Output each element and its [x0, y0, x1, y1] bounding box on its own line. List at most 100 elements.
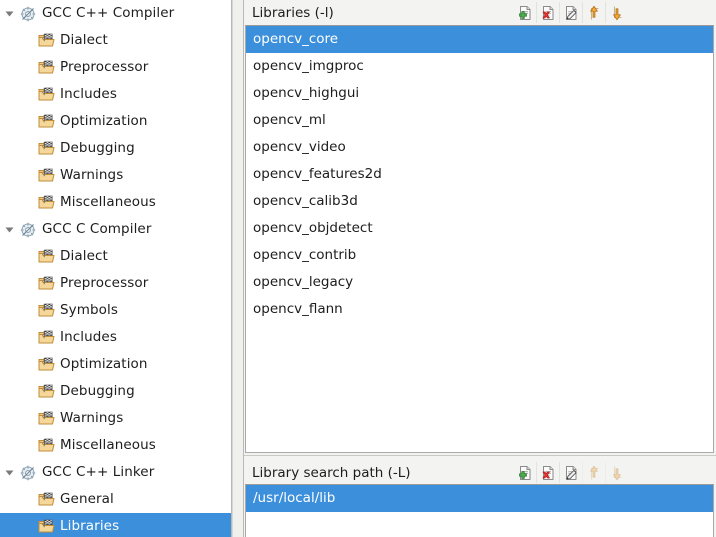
sidebar-item-warnings[interactable]: Warnings — [0, 405, 231, 432]
sidebar-item-symbols[interactable]: Symbols — [0, 297, 231, 324]
sidebar-item-label: General — [60, 491, 114, 507]
sidebar-item-gcc-c-compiler[interactable]: GCC C++ Compiler — [0, 0, 231, 27]
libraries-group-header: Libraries (-l) — [244, 0, 716, 26]
sidebar-item-optimization[interactable]: Optimization — [0, 108, 231, 135]
sidebar-item-label: GCC C Compiler — [42, 221, 152, 237]
move-down-icon — [605, 462, 628, 483]
sidebar-item-label: Symbols — [60, 302, 119, 318]
folder-icon — [36, 81, 56, 108]
libraries-settings-pane: Libraries (-l) opencv_core opencv_imgproc… — [244, 0, 716, 537]
sidebar-item-gcc-c-linker[interactable]: GCC C++ Linker — [0, 459, 231, 486]
sidebar-item-miscellaneous[interactable]: Miscellaneous — [0, 189, 231, 216]
libraries-toolbar[interactable] — [514, 2, 628, 23]
libraries-group-title: Libraries (-l) — [252, 5, 334, 21]
preferences-window: GCC C++ Compiler Dialect Preprocessor Inclu… — [0, 0, 716, 537]
gear-icon — [18, 0, 38, 27]
add-icon[interactable] — [514, 2, 536, 23]
sidebar-item-warnings[interactable]: Warnings — [0, 162, 231, 189]
edit-icon[interactable] — [559, 462, 582, 483]
edit-icon[interactable] — [559, 2, 582, 23]
library-list-item[interactable]: opencv_ml — [246, 107, 713, 134]
sidebar-item-label: Optimization — [60, 113, 148, 129]
sidebar-item-includes[interactable]: Includes — [0, 81, 231, 108]
sidebar-item-label: Debugging — [60, 383, 135, 399]
folder-icon — [36, 405, 56, 432]
library-list-item[interactable]: opencv_contrib — [246, 242, 713, 269]
folder-icon — [36, 243, 56, 270]
sidebar-item-label: Warnings — [60, 167, 124, 183]
folder-icon — [36, 270, 56, 297]
libraries-list[interactable]: opencv_core opencv_imgproc opencv_highgui o… — [245, 25, 714, 453]
sidebar-item-label: GCC C++ Linker — [42, 464, 155, 480]
settings-tree[interactable]: GCC C++ Compiler Dialect Preprocessor Inclu… — [0, 0, 232, 537]
sidebar-item-label: Miscellaneous — [60, 194, 156, 210]
sidebar-item-label: Preprocessor — [60, 275, 149, 291]
sidebar-item-label: Warnings — [60, 410, 124, 426]
folder-icon — [36, 513, 56, 537]
gear-icon — [18, 459, 38, 486]
folder-icon — [36, 378, 56, 405]
sidebar-item-general[interactable]: General — [0, 486, 231, 513]
sidebar-item-label: Preprocessor — [60, 59, 149, 75]
library-list-item[interactable]: opencv_legacy — [246, 269, 713, 296]
sidebar-item-gcc-c-compiler[interactable]: GCC C Compiler — [0, 216, 231, 243]
sidebar-item-miscellaneous[interactable]: Miscellaneous — [0, 432, 231, 459]
move-up-icon[interactable] — [582, 2, 605, 23]
move-up-icon — [582, 462, 605, 483]
sidebar-item-dialect[interactable]: Dialect — [0, 27, 231, 54]
delete-icon[interactable] — [536, 2, 559, 23]
sidebar-item-label: GCC C++ Compiler — [42, 5, 175, 21]
search-path-toolbar[interactable] — [514, 462, 628, 483]
library-list-item[interactable]: opencv_imgproc — [246, 53, 713, 80]
chevron-down-icon[interactable] — [0, 459, 18, 486]
folder-icon — [36, 54, 56, 81]
folder-icon — [36, 108, 56, 135]
folder-icon — [36, 432, 56, 459]
library-list-item[interactable]: opencv_objdetect — [246, 215, 713, 242]
gear-icon — [18, 216, 38, 243]
sidebar-item-label: Dialect — [60, 248, 108, 264]
sidebar-item-label: Debugging — [60, 140, 135, 156]
library-list-item[interactable]: opencv_highgui — [246, 80, 713, 107]
folder-icon — [36, 135, 56, 162]
chevron-down-icon[interactable] — [0, 0, 18, 27]
sidebar-item-includes[interactable]: Includes — [0, 324, 231, 351]
folder-icon — [36, 324, 56, 351]
folder-icon — [36, 297, 56, 324]
move-down-icon[interactable] — [605, 2, 628, 23]
folder-icon — [36, 162, 56, 189]
folder-icon — [36, 486, 56, 513]
add-icon[interactable] — [514, 462, 536, 483]
search-path-group-header: Library search path (-L) — [244, 460, 716, 485]
search-path-group: Library search path (-L) /usr/local/lib — [244, 455, 716, 537]
library-list-item[interactable]: opencv_features2d — [246, 161, 713, 188]
delete-icon[interactable] — [536, 462, 559, 483]
search-path-group-title: Library search path (-L) — [252, 464, 411, 481]
folder-icon — [36, 351, 56, 378]
library-list-item[interactable]: opencv_core — [246, 26, 713, 53]
folder-icon — [36, 189, 56, 216]
sidebar-item-label: Optimization — [60, 356, 148, 372]
group-divider — [244, 455, 716, 456]
library-list-item[interactable]: opencv_calib3d — [246, 188, 713, 215]
sidebar-item-libraries[interactable]: Libraries — [0, 513, 231, 537]
sidebar-item-debugging[interactable]: Debugging — [0, 135, 231, 162]
sidebar-item-label: Libraries — [60, 518, 120, 534]
sidebar-item-label: Dialect — [60, 32, 108, 48]
sidebar-item-dialect[interactable]: Dialect — [0, 243, 231, 270]
sidebar-item-debugging[interactable]: Debugging — [0, 378, 231, 405]
sidebar-item-label: Miscellaneous — [60, 437, 156, 453]
search-path-list[interactable]: /usr/local/lib — [245, 484, 714, 537]
pane-splitter[interactable] — [232, 0, 244, 537]
chevron-down-icon[interactable] — [0, 216, 18, 243]
library-list-item[interactable]: opencv_flann — [246, 296, 713, 323]
search-path-list-item[interactable]: /usr/local/lib — [246, 485, 713, 512]
folder-icon — [36, 27, 56, 54]
library-list-item[interactable]: opencv_video — [246, 134, 713, 161]
sidebar-item-label: Includes — [60, 86, 117, 102]
sidebar-item-label: Includes — [60, 329, 117, 345]
sidebar-item-optimization[interactable]: Optimization — [0, 351, 231, 378]
libraries-group: Libraries (-l) opencv_core opencv_imgproc… — [244, 0, 716, 453]
sidebar-item-preprocessor[interactable]: Preprocessor — [0, 54, 231, 81]
sidebar-item-preprocessor[interactable]: Preprocessor — [0, 270, 231, 297]
